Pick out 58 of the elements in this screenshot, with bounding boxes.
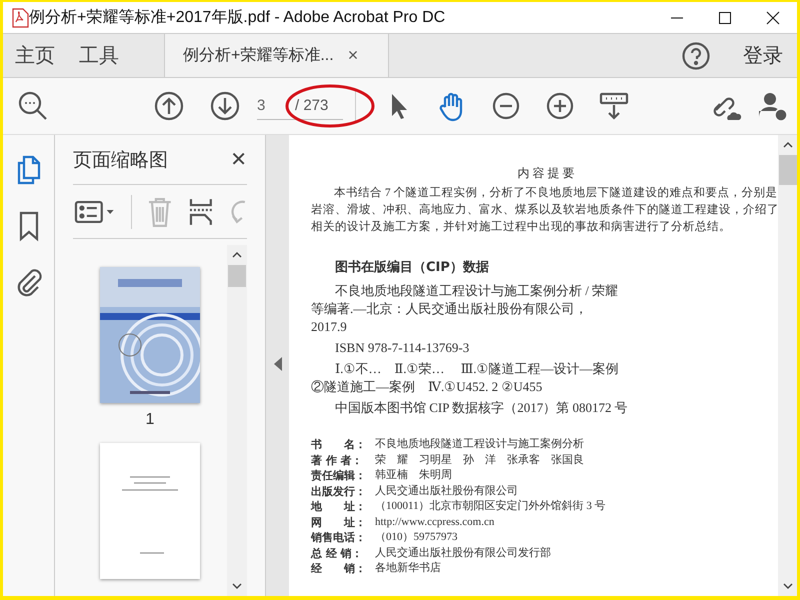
help-icon[interactable] [681,40,711,70]
detail-label: 销售电话： [311,530,367,546]
page-thumbnail-drawing[interactable] [100,443,200,579]
detail-value: （100011）北京市朝阳区安定门外外馆斜街 3 号 [375,499,606,514]
detail-label: 书 名： [311,437,367,452]
page-number-field[interactable]: 3 / 273 [257,92,343,120]
zoom-in-icon[interactable] [544,90,576,122]
detail-value: 荣 耀 习明星 孙 洋 张承客 张国良 [375,452,584,468]
cip-title: 图书在版编目（CIP）数据 [335,258,490,276]
tab-title: 例分析+荣耀等标准... [183,46,334,66]
keyboard-icon[interactable] [598,90,630,122]
add-user-icon[interactable] [756,90,788,122]
detail-value: 人民交通出版社股份有限公司发行部 [375,546,551,560]
detail-label: 总 经 销： [311,546,364,561]
page-heading: 内 容 提 要 [516,165,576,182]
detail-label: 经 销： [311,561,367,576]
pdf-file-icon [11,8,29,28]
detail-label: 责任编辑： [311,468,367,484]
detail-value: （010）59757973 [375,530,458,545]
page-number-input[interactable]: 3 [257,97,279,114]
page-total: / 273 [295,97,328,114]
collapse-icon[interactable] [272,356,282,372]
cip-line: 不良地质地段隧道工程设计与施工案例分析 / 荣耀 [334,282,620,300]
nav-tab[interactable]: 工具 [67,34,131,77]
scroll-down-icon[interactable] [232,583,242,589]
scrollbar-thumb[interactable] [778,155,796,185]
summary-paragraph: 本书结合 7 个隧道工程实例，分析了不良地质地层下隧道建设的难点和要点，分别是岩溶、滑坡、冲积、高地应力、富水、煤系以及软岩地质条件下的隧道工程建设，介绍了相关的设计及施工方案，并针对施工过程中出现的事故和病害进行了分析总结。 [311,185,778,235]
document-tab[interactable]: 例分析+荣耀等标准... × [164,34,389,77]
detail-value: 不良地质地段隧道工程设计与施工案例分析 [375,437,584,452]
detail-value: 人民交通出版社股份有限公司 [375,484,518,498]
login-button[interactable]: 登录 [737,41,789,70]
close-icon[interactable] [766,10,780,24]
detail-value: 韩亚楠 朱明周 [375,468,452,483]
detail-value: http://www.ccpress.com.cn [375,514,494,530]
nav-tab[interactable]: 主页 [3,34,67,77]
cip-line: 2017.9 [311,318,348,336]
search-icon[interactable] [17,90,49,122]
cip-line: 等编著.—北京：人民交通出版社股份有限公司， [311,300,588,318]
panel-close-button[interactable]: ✕ [230,147,247,172]
scroll-up-icon[interactable] [782,142,792,148]
window-title: 例分析+荣耀等标准+2017年版.pdf - Adobe Acrobat Pro DC [29,8,446,28]
detail-label: 著 作 者： [311,452,364,468]
detail-label: 出版发行： [311,484,367,499]
panel-title: 页面缩略图 [73,148,169,172]
cip-line: ②隧道施工—案例 Ⅳ.①U452. 2 ②U455 [311,378,544,396]
cip-line: ISBN 978-7-114-13769-3 [334,339,470,357]
detail-value: 各地新华书店 [375,561,441,576]
page-label: 1 [146,411,154,429]
scroll-down-icon[interactable] [782,583,792,589]
cip-line: Ⅰ.①不… Ⅱ.①荣… Ⅲ.①隧道工程—设计—案例 [334,360,620,378]
detail-label: 地 址： [311,499,367,514]
zoom-out-icon[interactable] [490,90,522,122]
maximize-icon[interactable] [718,10,732,24]
detail-label: 网 址： [311,514,367,530]
tab-close-button[interactable]: × [348,45,358,66]
scrollbar-thumb[interactable] [228,265,246,287]
cip-line: 中国版本图书馆 CIP 数据核字（2017）第 080172 号 [334,399,629,417]
scroll-up-icon[interactable] [232,252,242,258]
